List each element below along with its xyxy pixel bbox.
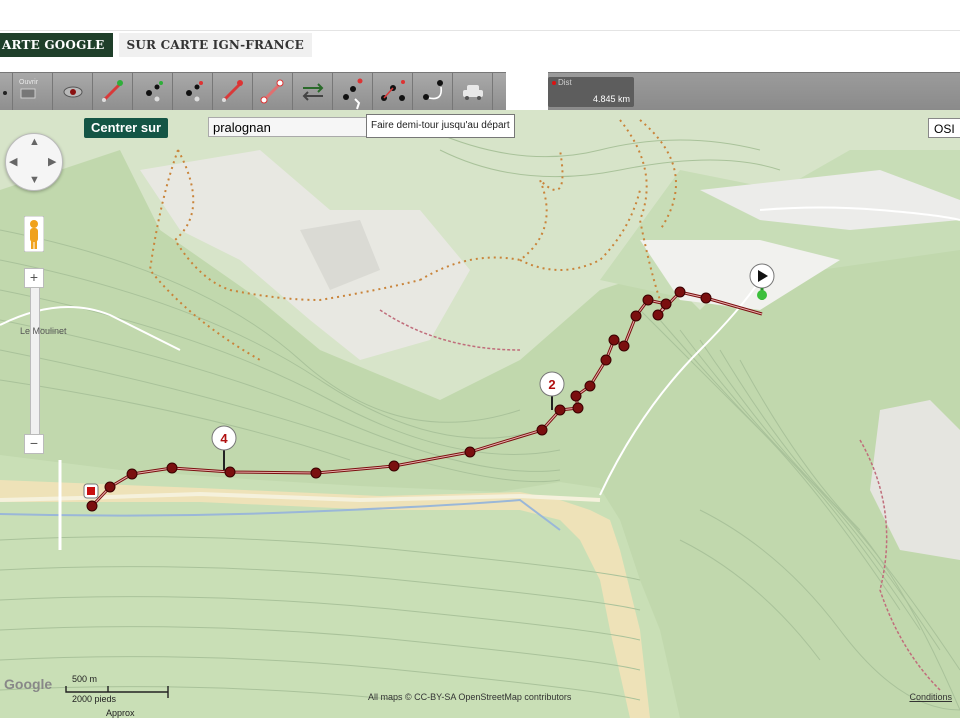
segment-delete-icon xyxy=(260,79,284,104)
segment-green-icon xyxy=(102,80,123,102)
route-point[interactable] xyxy=(600,354,612,366)
insert-point-button[interactable] xyxy=(173,73,213,111)
distance-value: 4.845 km xyxy=(592,94,630,104)
scale-metric-label: 500 m xyxy=(72,674,98,684)
loop-icon xyxy=(423,80,443,100)
route-point[interactable] xyxy=(572,402,584,414)
loop-button[interactable] xyxy=(413,73,453,111)
marker-2-label: 2 xyxy=(548,377,555,392)
route-point[interactable] xyxy=(310,467,322,479)
route-point[interactable] xyxy=(536,424,548,436)
route-point[interactable] xyxy=(660,298,672,310)
eye-icon xyxy=(63,86,83,98)
google-logo: Google xyxy=(4,676,53,692)
line-start-button[interactable] xyxy=(93,73,133,111)
distance-red-dot-icon xyxy=(552,81,556,85)
reverse-button[interactable] xyxy=(293,73,333,111)
route-point[interactable] xyxy=(126,468,138,480)
toolbar-tooltip: Faire demi-tour jusqu'au départ xyxy=(366,114,515,138)
return-start-icon xyxy=(343,78,363,110)
zoom-slider[interactable] xyxy=(30,280,40,442)
pan-right-icon[interactable]: ▶ xyxy=(48,155,56,168)
route-point[interactable] xyxy=(166,462,178,474)
pan-down-icon[interactable]: ▼ xyxy=(29,174,40,186)
car-icon xyxy=(463,85,483,100)
location-search-input[interactable] xyxy=(208,117,368,137)
end-marker[interactable] xyxy=(83,483,99,499)
open-icon xyxy=(20,88,36,99)
topographic-map-layer: 2 4 xyxy=(0,110,960,718)
route-point[interactable] xyxy=(554,404,566,416)
return-start-button[interactable] xyxy=(333,73,373,111)
pegman-icon[interactable] xyxy=(24,216,44,252)
map-source-tabs: ARTE GOOGLE SUR CARTE IGN-FRANCE xyxy=(0,33,312,57)
route-point[interactable] xyxy=(674,286,686,298)
route-point[interactable] xyxy=(652,309,664,321)
zoom-out-button[interactable]: − xyxy=(24,434,44,454)
scale-imperial-label: 2000 pieds xyxy=(72,694,117,704)
waypoints-button[interactable] xyxy=(373,73,413,111)
pan-up-icon[interactable]: ▲ xyxy=(29,136,40,148)
distance-box: Dist 4.845 km xyxy=(548,77,634,107)
pan-left-icon[interactable]: ◀ xyxy=(9,155,17,168)
osm-map-type-button[interactable]: OSI xyxy=(928,118,960,138)
distance-label: Dist xyxy=(558,78,572,87)
map-scale-bar: 500 m 2000 pieds xyxy=(64,672,174,708)
centrer-sur-button[interactable]: Centrer sur xyxy=(84,118,169,138)
place-label-le-moulinet: Le Moulinet xyxy=(20,326,67,336)
tab-carte-ign[interactable]: SUR CARTE IGN-FRANCE xyxy=(118,33,312,57)
nav-back-button[interactable] xyxy=(0,73,13,111)
conditions-link[interactable]: Conditions xyxy=(909,692,952,702)
route-toolbar: Ouvrir xyxy=(0,72,506,112)
route-point[interactable] xyxy=(86,500,98,512)
route-point[interactable] xyxy=(570,390,582,402)
route-point[interactable] xyxy=(388,460,400,472)
route-point[interactable] xyxy=(630,310,642,322)
point-insert-icon xyxy=(186,81,203,102)
route-point[interactable] xyxy=(224,466,236,478)
car-button[interactable] xyxy=(453,73,493,111)
map-attribution: All maps © CC-BY-SA OpenStreetMap contri… xyxy=(368,692,572,702)
approx-label: Approx xyxy=(106,708,135,718)
tab-carte-google[interactable]: ARTE GOOGLE xyxy=(0,33,113,57)
add-point-button[interactable] xyxy=(133,73,173,111)
marker-4-label: 4 xyxy=(220,431,228,446)
waypoints-icon xyxy=(381,80,405,101)
delete-segment-button[interactable] xyxy=(253,73,293,111)
distance-panel: Dist 4.845 km xyxy=(548,72,960,112)
zoom-in-button[interactable]: + xyxy=(24,268,44,288)
route-point[interactable] xyxy=(464,446,476,458)
pan-control[interactable]: ▲ ▼ ◀ ▶ xyxy=(5,133,63,191)
map-canvas[interactable]: 2 4 xyxy=(0,110,960,718)
segment-red-button[interactable] xyxy=(213,73,253,111)
segment-red-icon xyxy=(222,80,243,102)
small-marker-icon xyxy=(3,91,7,95)
route-point[interactable] xyxy=(608,334,620,346)
route-point[interactable] xyxy=(642,294,654,306)
browser-top-strip xyxy=(0,0,960,31)
point-add-icon xyxy=(146,81,163,102)
view-button[interactable] xyxy=(53,73,93,111)
reverse-arrows-icon xyxy=(302,83,324,101)
route-point[interactable] xyxy=(700,292,712,304)
route-point[interactable] xyxy=(584,380,596,392)
route-point[interactable] xyxy=(104,481,116,493)
open-button[interactable]: Ouvrir xyxy=(13,73,53,111)
route-point[interactable] xyxy=(618,340,630,352)
